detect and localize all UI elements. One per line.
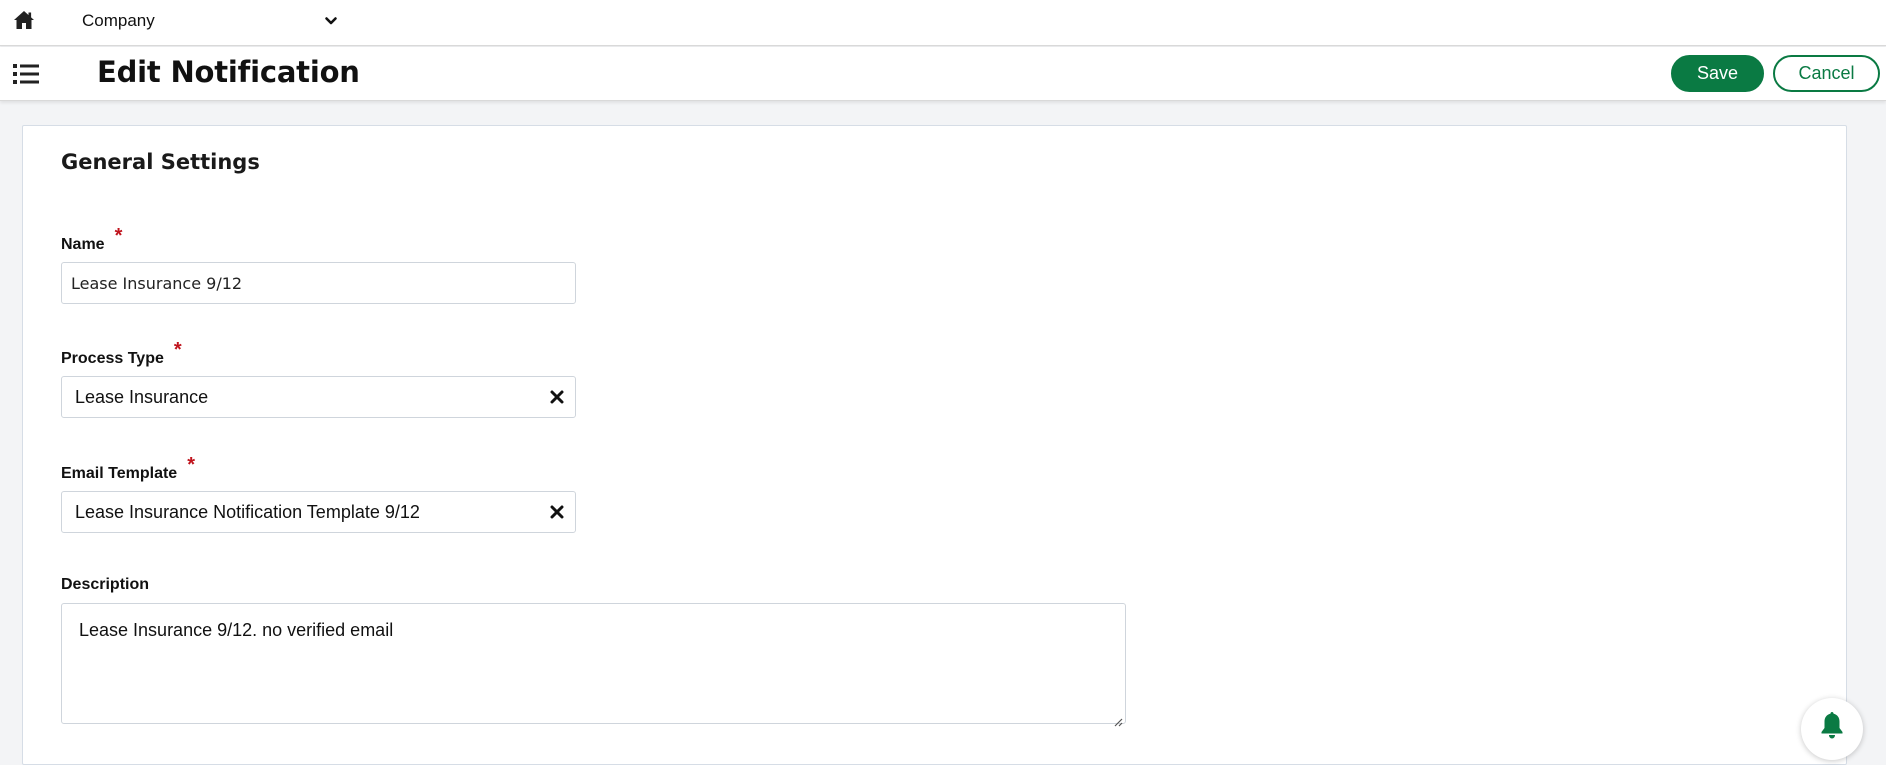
close-icon[interactable] xyxy=(549,504,565,520)
process-type-label: Process Type * xyxy=(61,339,182,369)
required-marker: * xyxy=(114,225,123,247)
description-textarea[interactable]: Lease Insurance 9/12. no verified email xyxy=(61,603,1126,727)
name-input[interactable]: Lease Insurance 9/12 xyxy=(61,262,576,304)
home-icon[interactable] xyxy=(13,10,35,30)
general-settings-card: General Settings Name * Lease Insurance 9… xyxy=(22,125,1847,765)
save-button[interactable]: Save xyxy=(1671,55,1764,92)
description-label: Description xyxy=(61,576,149,594)
notifications-button[interactable] xyxy=(1801,698,1863,760)
page-title: Edit Notification xyxy=(97,55,360,89)
resize-handle-icon[interactable] xyxy=(1113,711,1123,727)
description-value: Lease Insurance 9/12. no verified email xyxy=(79,620,394,640)
name-label-text: Name xyxy=(61,236,105,253)
bell-icon xyxy=(1821,712,1843,739)
email-template-select[interactable]: Lease Insurance Notification Template 9/… xyxy=(61,491,576,533)
process-type-label-text: Process Type xyxy=(61,350,164,367)
cancel-button[interactable]: Cancel xyxy=(1773,55,1880,92)
required-marker: * xyxy=(187,454,195,476)
process-type-select[interactable]: Lease Insurance xyxy=(61,376,576,418)
process-type-value: Lease Insurance xyxy=(75,386,209,407)
email-template-label-text: Email Template xyxy=(61,465,178,482)
top-bar: Company xyxy=(0,0,1886,46)
list-icon[interactable] xyxy=(13,63,39,85)
section-title: General Settings xyxy=(61,150,260,174)
description-label-text: Description xyxy=(61,576,150,593)
company-select[interactable]: Company xyxy=(82,8,342,34)
company-select-value: Company xyxy=(82,11,155,30)
page-header: Edit Notification Save Cancel xyxy=(0,47,1886,101)
chevron-down-icon xyxy=(324,14,338,28)
email-template-value: Lease Insurance Notification Template 9/… xyxy=(75,501,420,522)
close-icon[interactable] xyxy=(549,389,565,405)
required-marker: * xyxy=(173,339,182,361)
email-template-label: Email Template * xyxy=(61,454,195,484)
name-label: Name * xyxy=(61,225,122,255)
